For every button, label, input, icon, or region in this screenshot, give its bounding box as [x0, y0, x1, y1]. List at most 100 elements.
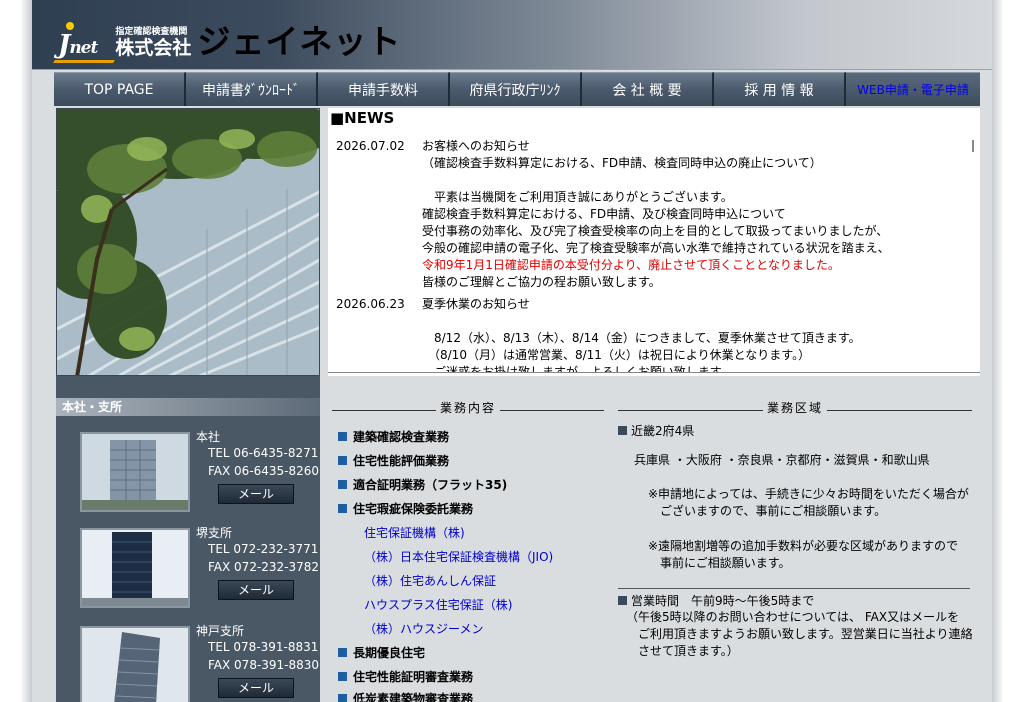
office-item: 神戸支所 TEL 078-391-8831 FAX 078-391-8830 メ…	[56, 622, 320, 702]
service-label: 長期優良住宅	[353, 646, 426, 660]
news-line-blank	[422, 172, 962, 189]
office-tel: TEL 078-391-8831	[208, 640, 319, 654]
service-item[interactable]: 住宅瑕疵保険委託業務	[338, 500, 473, 517]
news-line: 8/12（水）、8/13（木）、8/14（金）につきまして、夏季休業させて頂きま…	[422, 331, 861, 345]
heading-line	[332, 409, 436, 411]
office-tel: TEL 072-232-3771	[208, 542, 319, 556]
office-name: 本社	[196, 430, 221, 444]
news-body: 夏季休業のお知らせ 8/12（水）、8/13（木）、8/14（金）につきまして、…	[422, 296, 962, 372]
area-heading-text: 業務区域	[767, 400, 824, 415]
mail-button[interactable]: メール	[218, 484, 294, 504]
office-photo	[80, 432, 190, 512]
services-heading-text: 業務内容	[440, 400, 497, 415]
area-note-2-line-1: ※遠隔地割増等の追加手数料が必要な区域がありますので	[648, 539, 959, 553]
news-date: 2026.07.02	[336, 139, 405, 153]
insurer-link[interactable]: （株）日本住宅保証検査機構（JIO)	[364, 548, 553, 565]
frame-shadow-right	[992, 0, 1004, 702]
nav-prefecture-links[interactable]: 府県行政庁ﾘﾝｸ	[450, 72, 582, 106]
area-section: 業務区域 近畿2府4県 兵庫県 ・大阪府 ・奈良県・京都府・滋賀県・和歌山県 ※…	[612, 376, 980, 702]
mail-button[interactable]: メール	[218, 678, 294, 698]
news-line: 今般の確認申請の電子化、完了検査受験率が高い水準で維持されている状況を踏まえ、	[422, 241, 890, 255]
insurer-link[interactable]: （株）住宅あんしん保証	[364, 572, 496, 589]
business-hours: 営業時間 午前9時～午後5時まで	[618, 592, 814, 609]
news-title: ■NEWS	[328, 108, 980, 128]
mail-button[interactable]: メール	[218, 580, 294, 600]
square-bullet-icon	[338, 504, 347, 513]
hero-image	[56, 108, 320, 376]
page-frame: Jnet 指定確認検査機関 株式会社 ジェイネット TOP PAGE 申請書ﾀﾞ…	[32, 0, 992, 702]
office-fax: FAX 078-391-8830	[208, 658, 320, 672]
news-line: ご迷惑をお掛け致しますが、よろしくお願い致します。	[422, 365, 733, 372]
office-fax: FAX 072-232-3782	[208, 560, 320, 574]
office-photo	[80, 528, 190, 608]
area-region-text: 近畿2府4県	[631, 424, 695, 438]
office-item: 本社 TEL 06-6435-8271 FAX 06-6435-8260 メール	[56, 428, 320, 518]
service-item[interactable]: 建築確認検査業務	[338, 428, 449, 445]
service-item[interactable]: 低炭素建築物審査業務	[338, 690, 473, 702]
news-line: 受付事務の効率化、及び完了検査受検率の向上を目的として取扱ってまいりましたが、	[422, 224, 889, 238]
service-item[interactable]: 住宅性能証明審査業務	[338, 668, 473, 685]
square-bullet-icon	[618, 596, 627, 605]
service-label: 住宅瑕疵保険委託業務	[353, 502, 474, 516]
building-icon	[82, 434, 188, 510]
area-prefectures: 兵庫県 ・大阪府 ・奈良県・京都府・滋賀県・和歌山県	[634, 453, 930, 467]
office-photo	[80, 626, 190, 702]
hours-note-line: （午後5時以降のお問い合わせについては、 FAX又はメールを	[626, 610, 960, 624]
office-section-title: 本社・支所	[56, 398, 320, 416]
office-name: 神戸支所	[196, 624, 245, 638]
building-icon	[82, 628, 188, 702]
news-line: （8/10（月）は通常営業、8/11（火）は祝日により休業となります。）	[422, 348, 811, 362]
nav-application-download[interactable]: 申請書ﾀﾞｳﾝﾛｰﾄﾞ	[186, 72, 318, 106]
site-logo[interactable]: Jnet 指定確認検査機関 株式会社 ジェイネット	[53, 12, 401, 63]
insurer-link[interactable]: 住宅保証機構（株)	[364, 524, 465, 541]
logo-net: net	[69, 38, 98, 58]
news-line: （確認検査手数料算定における、FD申請、検査同時申込の廃止について）	[422, 156, 822, 170]
office-tel: TEL 06-6435-8271	[208, 446, 319, 460]
service-item[interactable]: 住宅性能評価業務	[338, 452, 449, 469]
news-body: お客様へのお知らせ （確認検査手数料算定における、FD申請、検査同時申込の廃止に…	[422, 138, 962, 291]
hero-building-tree-icon	[57, 109, 319, 375]
frame-shadow-left	[20, 0, 32, 702]
square-bullet-icon	[338, 672, 347, 681]
heading-line	[618, 409, 763, 411]
news-line: お客様へのお知らせ	[422, 139, 530, 153]
nav-top-page[interactable]: TOP PAGE	[54, 72, 186, 106]
news-panel[interactable]: 2026.07.02 お客様へのお知らせ （確認検査手数料算定における、FD申請…	[328, 128, 980, 372]
services-heading: 業務内容	[332, 400, 605, 415]
service-label: 住宅性能評価業務	[353, 454, 450, 468]
nav-web-application[interactable]: WEB申請・電子申請	[846, 72, 980, 106]
area-divider	[618, 588, 970, 589]
news-line: 夏季休業のお知らせ	[422, 297, 530, 311]
news-line-blank	[422, 313, 962, 330]
jnet-logo-mark: Jnet	[53, 22, 115, 63]
main-nav: TOP PAGE 申請書ﾀﾞｳﾝﾛｰﾄﾞ 申請手数料 府県行政庁ﾘﾝｸ 会 社 …	[54, 72, 980, 106]
office-list: 本社・支所 本社 TEL 06-6435-8271 FAX 06-6435-82…	[56, 376, 320, 702]
logo-text: 指定確認検査機関 株式会社	[115, 28, 191, 58]
area-note-2-line-2: 事前にご相談願います。	[648, 556, 791, 570]
nav-application-fees[interactable]: 申請手数料	[318, 72, 450, 106]
logo-subtitle: 指定確認検査機関	[115, 27, 188, 37]
insurer-link[interactable]: （株）ハウスジーメン	[364, 620, 484, 637]
heading-line	[827, 409, 973, 411]
square-bullet-icon	[618, 426, 627, 435]
square-bullet-icon	[338, 432, 347, 441]
logo-j: J	[58, 30, 70, 60]
square-bullet-icon	[338, 648, 347, 657]
square-bullet-icon	[338, 480, 347, 489]
service-label: 低炭素建築物審査業務	[353, 692, 474, 702]
nav-company-profile[interactable]: 会 社 概 要	[582, 72, 714, 106]
insurer-link[interactable]: ハウスプラス住宅保証（株)	[364, 596, 512, 613]
office-fax: FAX 06-6435-8260	[208, 464, 320, 478]
square-bullet-icon	[338, 694, 347, 702]
service-item[interactable]: 長期優良住宅	[338, 644, 425, 661]
heading-line	[500, 409, 605, 411]
news-line: 平素は当機関をご利用頂き誠にありがとうございます。	[422, 190, 733, 204]
business-hours-text: 営業時間 午前9時～午後5時まで	[631, 594, 815, 608]
building-icon	[82, 530, 188, 606]
nav-recruitment[interactable]: 採 用 情 報	[714, 72, 846, 106]
news-scrollbar[interactable]	[972, 140, 974, 152]
area-note-1-line-2: ございますので、事前にご相談願います。	[648, 504, 887, 518]
service-label: 住宅性能証明審査業務	[353, 670, 474, 684]
office-item: 堺支所 TEL 072-232-3771 FAX 072-232-3782 メー…	[56, 524, 320, 614]
service-item[interactable]: 適合証明業務（フラット35)	[338, 476, 507, 493]
